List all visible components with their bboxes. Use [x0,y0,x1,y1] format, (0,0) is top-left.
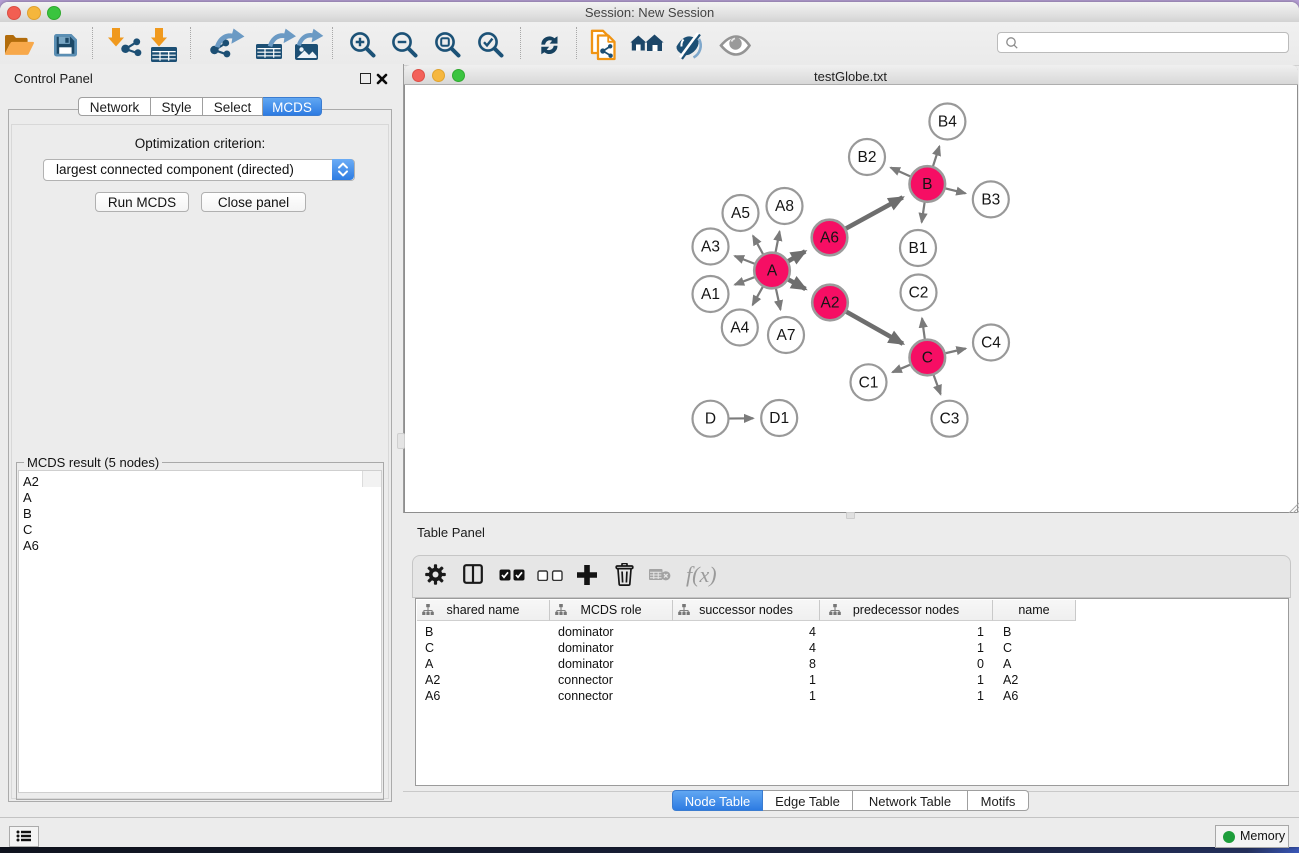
svg-text:A5: A5 [731,205,750,222]
svg-text:D1: D1 [769,410,789,427]
svg-text:C4: C4 [981,335,1001,352]
svg-text:B2: B2 [858,149,877,166]
svg-text:C1: C1 [859,374,879,391]
svg-text:C2: C2 [909,285,929,302]
svg-text:D: D [705,411,716,428]
svg-text:B3: B3 [981,191,1000,208]
svg-text:A2: A2 [821,295,840,312]
svg-text:A4: A4 [730,320,749,337]
svg-text:A3: A3 [701,239,720,256]
svg-text:A6: A6 [820,230,839,247]
svg-text:B4: B4 [938,114,957,131]
svg-text:A8: A8 [775,198,794,215]
svg-text:C: C [922,350,933,367]
svg-text:B: B [922,176,932,193]
svg-text:A1: A1 [701,286,720,303]
svg-text:B1: B1 [909,240,928,257]
svg-text:A: A [767,263,778,280]
svg-text:C3: C3 [940,411,960,428]
svg-text:A7: A7 [777,327,796,344]
